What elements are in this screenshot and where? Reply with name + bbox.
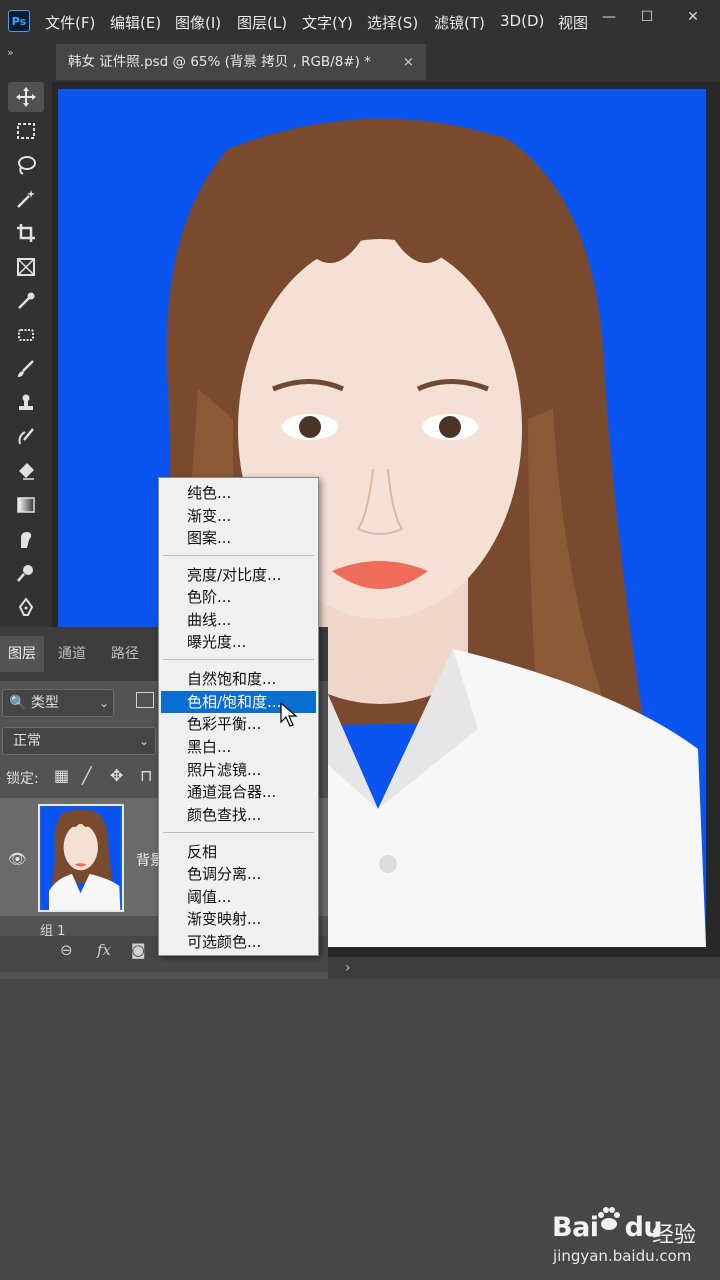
- gradient-tool-icon[interactable]: [8, 490, 44, 520]
- menu-item-levels[interactable]: 色阶...: [161, 586, 316, 608]
- blend-mode-select[interactable]: 正常 ⌄: [2, 727, 156, 755]
- mouse-cursor-icon: [280, 701, 298, 732]
- smudge-tool-icon[interactable]: [8, 524, 44, 554]
- menu-item-vibrance[interactable]: 自然饱和度...: [161, 668, 316, 690]
- lock-brush-icon[interactable]: ╱: [82, 766, 92, 785]
- menu-image[interactable]: 图像(I): [175, 12, 221, 33]
- chevron-down-icon: ⌄: [138, 734, 149, 748]
- layer-thumbnail: [38, 804, 124, 912]
- menu-item-exposure[interactable]: 曝光度...: [161, 631, 316, 653]
- menu-item-invert[interactable]: 反相: [161, 841, 316, 863]
- search-icon: 🔍: [9, 695, 27, 711]
- menu-separator: [163, 659, 314, 660]
- eye-icon[interactable]: 👁: [8, 850, 27, 868]
- menu-item-posterize[interactable]: 色调分离...: [161, 863, 316, 885]
- blend-mode-value: 正常: [13, 733, 41, 749]
- eraser-tool-icon[interactable]: [8, 456, 44, 486]
- tab-layers[interactable]: 图层: [0, 636, 44, 672]
- photoshop-logo: Ps: [8, 10, 30, 32]
- lock-artboard-icon[interactable]: ⊓: [140, 766, 152, 785]
- close-button[interactable]: ✕: [676, 6, 710, 28]
- dodge-tool-icon[interactable]: [8, 558, 44, 588]
- document-tab-title: 韩女 证件照.psd @ 65% (背景 拷贝 , RGB/8#) *: [68, 54, 371, 70]
- layer-mask-icon[interactable]: ◙: [131, 941, 146, 959]
- menu-item-solid-color[interactable]: 纯色...: [161, 482, 316, 504]
- tab-close-icon[interactable]: ×: [403, 44, 414, 80]
- menu-item-threshold[interactable]: 阈值...: [161, 886, 316, 908]
- menu-select[interactable]: 选择(S): [367, 12, 418, 33]
- brush-tool-icon[interactable]: [8, 354, 44, 384]
- clone-stamp-tool-icon[interactable]: [8, 388, 44, 418]
- tab-channels[interactable]: 通道: [50, 636, 94, 672]
- link-layers-icon[interactable]: ⊖: [60, 941, 73, 959]
- maximize-button[interactable]: ☐: [630, 6, 664, 28]
- kind-filter-value: 类型: [30, 695, 59, 711]
- crop-tool-icon[interactable]: [8, 218, 44, 248]
- magic-wand-tool-icon[interactable]: [8, 184, 44, 214]
- watermark-url: jingyan.baidu.com: [553, 1247, 692, 1265]
- menu-item-channel-mixer[interactable]: 通道混合器...: [161, 781, 316, 803]
- menu-view[interactable]: 视图: [558, 12, 588, 33]
- fx-icon[interactable]: fx: [97, 941, 111, 959]
- menu-filter[interactable]: 滤镜(T): [434, 12, 485, 33]
- menu-3d[interactable]: 3D(D): [500, 12, 544, 30]
- pixel-filter-icon[interactable]: [136, 692, 154, 708]
- menu-item-photo-filter[interactable]: 照片滤镜...: [161, 759, 316, 781]
- menu-item-brightness-contrast[interactable]: 亮度/对比度...: [161, 564, 316, 586]
- menu-item-gradient[interactable]: 渐变...: [161, 505, 316, 527]
- lock-label: 锁定:: [6, 771, 39, 787]
- menu-layer[interactable]: 图层(L): [237, 12, 287, 33]
- menu-item-selective-color[interactable]: 可选颜色...: [161, 931, 316, 953]
- menu-file[interactable]: 文件(F): [45, 12, 95, 33]
- menu-separator: [163, 832, 314, 833]
- tab-paths[interactable]: 路径: [103, 636, 147, 672]
- scroll-right-icon[interactable]: ›: [345, 960, 351, 976]
- menu-item-pattern[interactable]: 图案...: [161, 527, 316, 549]
- collapse-panels-icon[interactable]: »: [7, 46, 14, 59]
- menu-item-black-white[interactable]: 黑白...: [161, 736, 316, 758]
- lasso-tool-icon[interactable]: [8, 150, 44, 180]
- layer-kind-filter[interactable]: 🔍 类型 ⌄: [2, 689, 114, 717]
- menu-edit[interactable]: 编辑(E): [110, 12, 161, 33]
- eyedropper-tool-icon[interactable]: [8, 286, 44, 316]
- chevron-down-icon: ⌄: [98, 696, 109, 710]
- menu-item-gradient-map[interactable]: 渐变映射...: [161, 908, 316, 930]
- lock-transparency-icon[interactable]: ▦: [54, 766, 69, 785]
- history-brush-tool-icon[interactable]: [8, 422, 44, 452]
- menu-item-curves[interactable]: 曲线...: [161, 609, 316, 631]
- move-tool-icon[interactable]: [8, 82, 44, 112]
- frame-tool-icon[interactable]: [8, 252, 44, 282]
- menu-separator: [163, 555, 314, 556]
- pen-tool-icon[interactable]: [8, 592, 44, 622]
- menu-item-color-lookup[interactable]: 颜色查找...: [161, 804, 316, 826]
- jingyan-text: 经验: [652, 1223, 697, 1248]
- menu-type[interactable]: 文字(Y): [302, 12, 353, 33]
- marquee-tool-icon[interactable]: [8, 116, 44, 146]
- document-tab[interactable]: 韩女 证件照.psd @ 65% (背景 拷贝 , RGB/8#) * ×: [56, 44, 426, 80]
- healing-brush-tool-icon[interactable]: [8, 320, 44, 350]
- baidu-logo: Bai du: [552, 1212, 663, 1243]
- lock-position-icon[interactable]: ✥: [110, 766, 123, 785]
- minimize-button[interactable]: —: [592, 6, 626, 28]
